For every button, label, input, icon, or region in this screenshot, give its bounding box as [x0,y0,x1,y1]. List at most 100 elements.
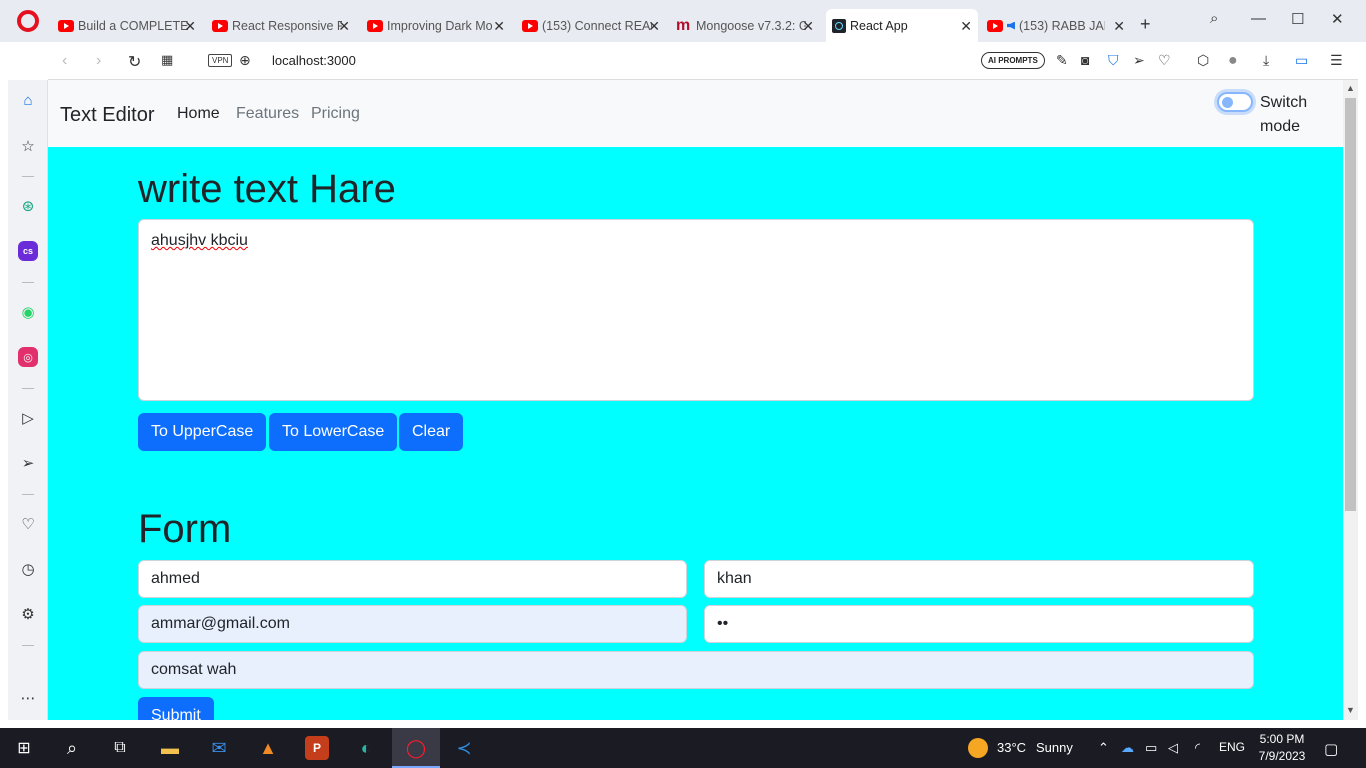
tab-connect-react[interactable]: (153) Connect REAC ✕ [516,9,666,42]
vlc-icon[interactable]: ▲ [256,736,280,760]
windows-start-icon[interactable]: ⊞ [12,736,36,760]
react-icon [832,18,846,33]
taskbar-clock[interactable]: 5:00 PM 7/9/2023 [1258,731,1306,765]
weather-temp[interactable]: 33°C [997,740,1026,755]
tabs-grid-icon[interactable]: ▦ [161,52,173,68]
sidebar-divider [22,282,34,283]
download-icon[interactable]: ⤓ [1263,52,1269,69]
tab-close-icon[interactable]: ✕ [338,18,350,35]
tab-improving-dark-mode[interactable]: Improving Dark Mo ✕ [361,9,511,42]
tab-rabb-jane[interactable]: (153) RABB JANE ✕ [981,9,1131,42]
more-options-icon[interactable]: ⋯ [18,688,38,708]
tab-build-complete[interactable]: Build a COMPLETE ✕ [52,9,202,42]
cube-icon[interactable]: ⬡ [1197,52,1209,69]
camera-icon[interactable]: ◙ [1081,52,1089,68]
dark-mode-switch[interactable] [1217,92,1253,112]
tab-close-icon[interactable]: ✕ [493,18,505,35]
clock-time: 5:00 PM [1259,732,1305,746]
address-input[interactable]: comsat wah [138,651,1254,689]
minimize-icon[interactable]: — [1251,10,1266,27]
scroll-down-icon[interactable]: ▼ [1346,705,1355,715]
volume-icon[interactable]: ◁ [1168,740,1178,756]
new-tab-button[interactable]: + [1140,14,1151,35]
send-flow-icon[interactable]: ➢ [18,453,38,473]
shield-icon[interactable]: ⛉ [1108,52,1119,69]
heart-icon[interactable]: ♡ [18,514,38,534]
tab-close-icon[interactable]: ✕ [184,18,196,35]
weather-sun-icon[interactable] [968,738,988,758]
edit-icon[interactable]: ✎ [1056,52,1068,69]
url-field[interactable]: localhost:3000 [272,53,356,68]
heart-icon[interactable]: ♡ [1158,52,1171,69]
password-input[interactable]: •• [704,605,1254,643]
screen: Build a COMPLETE ✕ React Responsive P ✕ … [0,0,1366,768]
tab-react-responsive[interactable]: React Responsive P ✕ [206,9,356,42]
sidebar-divider [22,176,34,177]
profile-icon[interactable]: ● [1228,52,1238,70]
mail-icon[interactable]: ✉ [207,736,231,760]
notifications-icon[interactable]: ▢ [1324,740,1338,758]
clear-button[interactable]: Clear [399,413,464,451]
to-lowercase-button[interactable]: To LowerCase [269,413,398,451]
send-icon[interactable]: ➢ [1133,52,1145,69]
nav-link-features[interactable]: Features [236,105,299,123]
speaker-icon[interactable] [1007,21,1015,30]
player-icon[interactable]: ▷ [18,408,38,428]
tab-close-icon[interactable]: ✕ [960,18,972,35]
instagram-icon[interactable]: ◎ [18,347,38,367]
tray-chevron-up-icon[interactable]: ⌃ [1098,740,1109,756]
maximize-icon[interactable]: ☐ [1291,10,1304,28]
tab-label: Build a COMPLETE [78,18,188,33]
search-icon[interactable]: ⌕ [60,736,84,760]
youtube-icon [367,19,383,32]
globe-icon[interactable]: ⊕ [239,52,251,69]
chatsonic-icon[interactable]: cs [18,241,38,261]
reload-icon[interactable]: ↻ [128,52,141,72]
opera-icon[interactable]: ◯ [404,736,428,760]
language-indicator[interactable]: ENG [1219,740,1245,754]
easy-setup-icon[interactable]: ☰ [1330,52,1343,69]
forward-icon[interactable]: › [96,52,101,70]
close-window-icon[interactable]: ✕ [1331,10,1344,28]
battery-icon[interactable]: ▭ [1145,740,1157,756]
tab-close-icon[interactable]: ✕ [1113,18,1125,35]
vpn-badge[interactable]: VPN [208,54,233,67]
search-tabs-icon[interactable]: ⌕ [1210,10,1218,27]
submit-button[interactable]: Submit [138,697,214,720]
home-icon[interactable]: ⌂ [18,90,38,110]
chatgpt-icon[interactable]: ⊛ [18,196,38,216]
opera-menu-icon[interactable] [17,10,39,32]
history-icon[interactable]: ◷ [18,559,38,579]
last-name-input[interactable]: khan [704,560,1254,598]
text-editor-textarea[interactable]: ahusjhv kbciu [138,219,1254,401]
scrollbar-thumb[interactable] [1345,98,1356,511]
tab-close-icon[interactable]: ✕ [648,18,660,35]
weather-text[interactable]: Sunny [1036,740,1073,755]
back-icon[interactable]: ‹ [62,52,67,70]
powerpoint-icon[interactable]: P [305,736,329,760]
onedrive-cloud-icon[interactable]: ☁ [1121,740,1134,756]
nav-link-home[interactable]: Home [177,105,220,123]
first-name-input[interactable]: ahmed [138,560,687,598]
whatsapp-icon[interactable]: ◉ [18,302,38,322]
scroll-up-icon[interactable]: ▲ [1346,83,1355,93]
browser-tab-bar: Build a COMPLETE ✕ React Responsive P ✕ … [0,0,1366,42]
email-input[interactable]: ammar@gmail.com [138,605,687,643]
battery-saver-icon[interactable]: ▭ [1295,52,1308,69]
network-icon[interactable]: ◜ [1195,740,1200,756]
task-view-icon[interactable]: ⧉ [108,736,132,760]
edge-icon[interactable]: ◐ [354,736,378,760]
tab-close-icon[interactable]: ✕ [802,18,814,35]
tab-mongoose[interactable]: m Mongoose v7.3.2: G ✕ [670,9,820,42]
settings-gear-icon[interactable]: ⚙ [18,604,38,624]
vscode-icon[interactable]: ≺ [452,736,476,760]
nav-link-pricing[interactable]: Pricing [311,105,360,123]
tab-react-app[interactable]: React App ✕ [826,9,978,42]
ai-prompts-button[interactable]: AI PROMPTS [981,52,1045,69]
to-uppercase-button[interactable]: To UpperCase [138,413,267,451]
page-scrollbar[interactable]: ▲ ▼ [1343,80,1358,720]
file-explorer-icon[interactable]: ▬ [158,736,182,760]
windows-taskbar: ⊞ ⌕ ⧉ ▬ ✉ ▲ P ◐ ◯ ≺ 33°C Sunny ⌃ ☁ ▭ ◁ ◜… [0,728,1366,768]
bookmark-star-icon[interactable]: ☆ [18,136,38,156]
navbar-brand[interactable]: Text Editor [60,104,154,127]
